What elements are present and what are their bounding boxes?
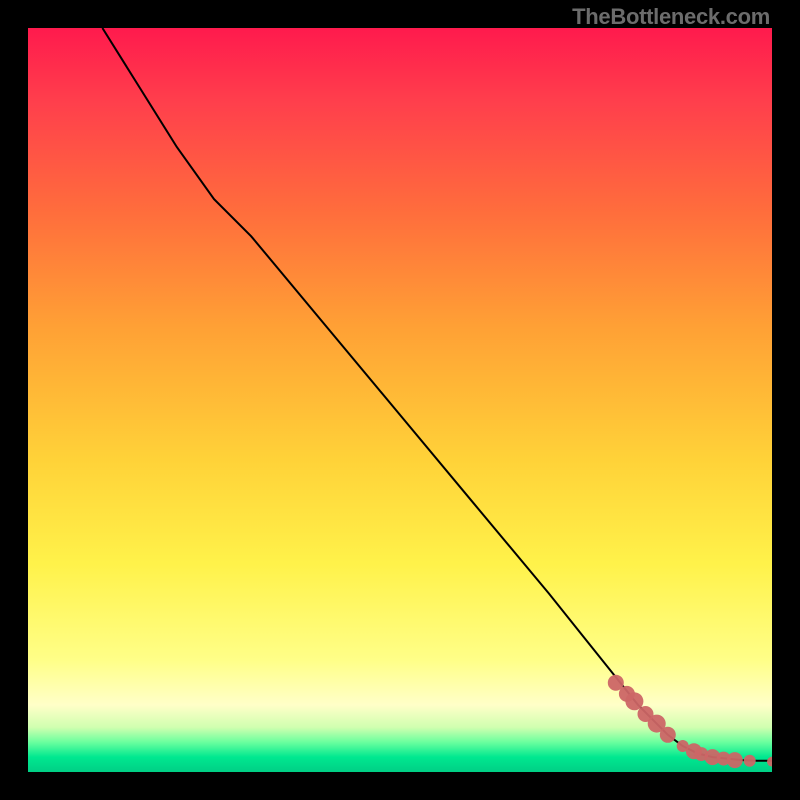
plot-gradient-background xyxy=(28,28,772,772)
attribution-text: TheBottleneck.com xyxy=(572,4,770,30)
chart-container: TheBottleneck.com xyxy=(0,0,800,800)
